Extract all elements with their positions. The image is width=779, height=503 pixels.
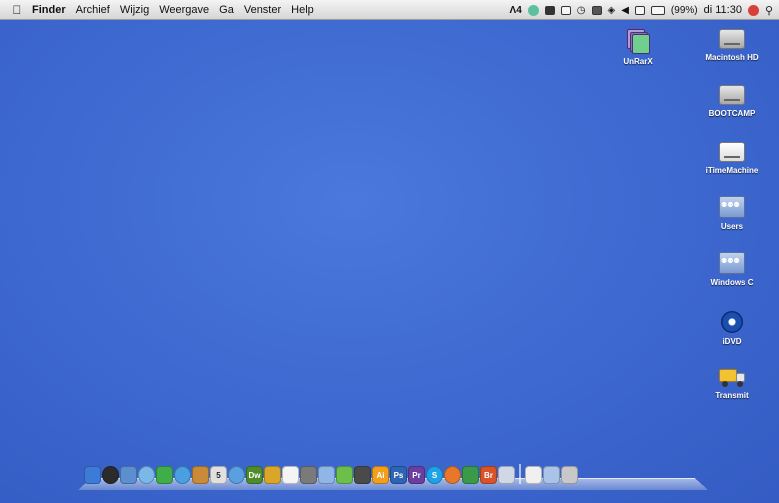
desktop-icon-unrarx[interactable]: UnRarX <box>602 28 674 66</box>
photo-booth-icon[interactable] <box>300 466 317 484</box>
apple-icon[interactable]:  <box>10 3 24 17</box>
time-machine-icon[interactable]: ◷ <box>577 5 586 16</box>
idvd-icon <box>721 311 743 333</box>
transmit-dock-icon[interactable] <box>264 466 281 484</box>
ichat-icon[interactable] <box>138 466 155 484</box>
photoshop-icon[interactable]: Ps <box>390 466 407 484</box>
mail-icon[interactable] <box>120 466 137 484</box>
dock-items: 5 Dw Ai Ps Pr S Br <box>84 464 578 484</box>
desktop-icon-label: Users <box>720 222 744 231</box>
coda-icon[interactable] <box>336 466 353 484</box>
external-drive-icon <box>719 142 745 162</box>
spotlight-icon[interactable]: ⚲ <box>765 4 773 17</box>
volume-icon[interactable]: ◀ <box>621 5 629 16</box>
transmit-icon <box>719 367 745 387</box>
dashboard-icon[interactable] <box>102 466 119 484</box>
dock-separator <box>519 464 521 484</box>
menu-help[interactable]: Help <box>291 4 314 16</box>
adobe-update-count: 4 <box>516 4 522 16</box>
final-cut-icon[interactable] <box>354 466 371 484</box>
messenger-icon[interactable] <box>156 466 173 484</box>
clock[interactable]: di 11:30 <box>704 4 742 16</box>
desktop-icon-macintosh-hd[interactable]: Macintosh HD <box>696 27 768 62</box>
camino-icon[interactable] <box>462 466 479 484</box>
desktop-icon-bootcamp[interactable]: BOOTCAMP <box>696 83 768 118</box>
ical-icon[interactable]: 5 <box>210 466 227 484</box>
battery-icon[interactable] <box>650 5 665 15</box>
battery-percent: (99%) <box>670 4 698 16</box>
desktop-icon-itimemachine[interactable]: iTimeMachine <box>696 140 768 175</box>
display-icon[interactable] <box>544 5 555 15</box>
illustrator-icon[interactable]: Ai <box>372 466 389 484</box>
desktop-icon-users[interactable]: Users <box>696 195 768 231</box>
hard-drive-icon <box>719 29 745 49</box>
desktop-icon-label: iDVD <box>722 337 742 346</box>
menu-bar:  Finder Archief Wijzig Weergave Ga Vens… <box>0 0 779 20</box>
bridge-icon[interactable]: Br <box>480 466 497 484</box>
dock: 5 Dw Ai Ps Pr S Br <box>78 446 708 490</box>
firefox-icon[interactable] <box>444 466 461 484</box>
desktop-icon-label: UnRarX <box>623 57 653 66</box>
menu-ga[interactable]: Ga <box>219 4 234 16</box>
premiere-icon[interactable]: Pr <box>408 466 425 484</box>
documents-stack-icon[interactable] <box>525 466 542 484</box>
desktop-icon-transmit[interactable]: Transmit <box>696 364 768 400</box>
desktop-icon-label: Windows C <box>710 278 754 287</box>
grid-icon[interactable] <box>560 5 571 15</box>
wifi-icon[interactable]: ◈ <box>608 5 616 16</box>
dreamweaver-icon[interactable]: Dw <box>246 466 263 484</box>
desktop-icon-idvd[interactable]: iDVD <box>696 309 768 346</box>
desktop-icon-label: BOOTCAMP <box>708 109 756 118</box>
network-share-icon <box>719 196 745 218</box>
address-book-icon[interactable] <box>192 466 209 484</box>
textedit-icon[interactable] <box>282 466 299 484</box>
iphoto-icon[interactable] <box>318 466 335 484</box>
itunes-icon[interactable] <box>228 466 245 484</box>
desktop-icon-label: Macintosh HD <box>705 53 759 62</box>
desktop-icon-label: iTimeMachine <box>705 166 759 175</box>
image-capture-icon[interactable] <box>498 466 515 484</box>
desktop <box>0 0 779 503</box>
downloads-stack-icon[interactable] <box>543 466 560 484</box>
finder-icon[interactable] <box>84 466 101 484</box>
desktop-icon-windows-c[interactable]: Windows C <box>696 251 768 287</box>
menu-weergave[interactable]: Weergave <box>159 4 209 16</box>
user-icon[interactable] <box>747 4 759 16</box>
desktop-icon-label: Transmit <box>715 391 749 400</box>
menu-wijzig[interactable]: Wijzig <box>120 4 149 16</box>
screen-icon[interactable] <box>591 5 602 15</box>
input-icon[interactable] <box>634 5 645 15</box>
trash-icon[interactable] <box>561 466 578 484</box>
menu-venster[interactable]: Venster <box>244 4 281 16</box>
menu-archief[interactable]: Archief <box>76 4 110 16</box>
network-share-icon <box>719 252 745 274</box>
adobe-updates-icon[interactable]: Λ4 <box>510 5 522 16</box>
safari-icon[interactable] <box>174 466 191 484</box>
menu-finder[interactable]: Finder <box>32 4 66 16</box>
unrarx-app-icon <box>627 29 650 54</box>
hard-drive-icon <box>719 85 745 105</box>
status-area: Λ4 ◷ ◈ ◀ (99%) di 11:30 ⚲ <box>510 0 773 20</box>
sync-icon[interactable] <box>527 4 539 16</box>
skype-icon[interactable]: S <box>426 466 443 484</box>
